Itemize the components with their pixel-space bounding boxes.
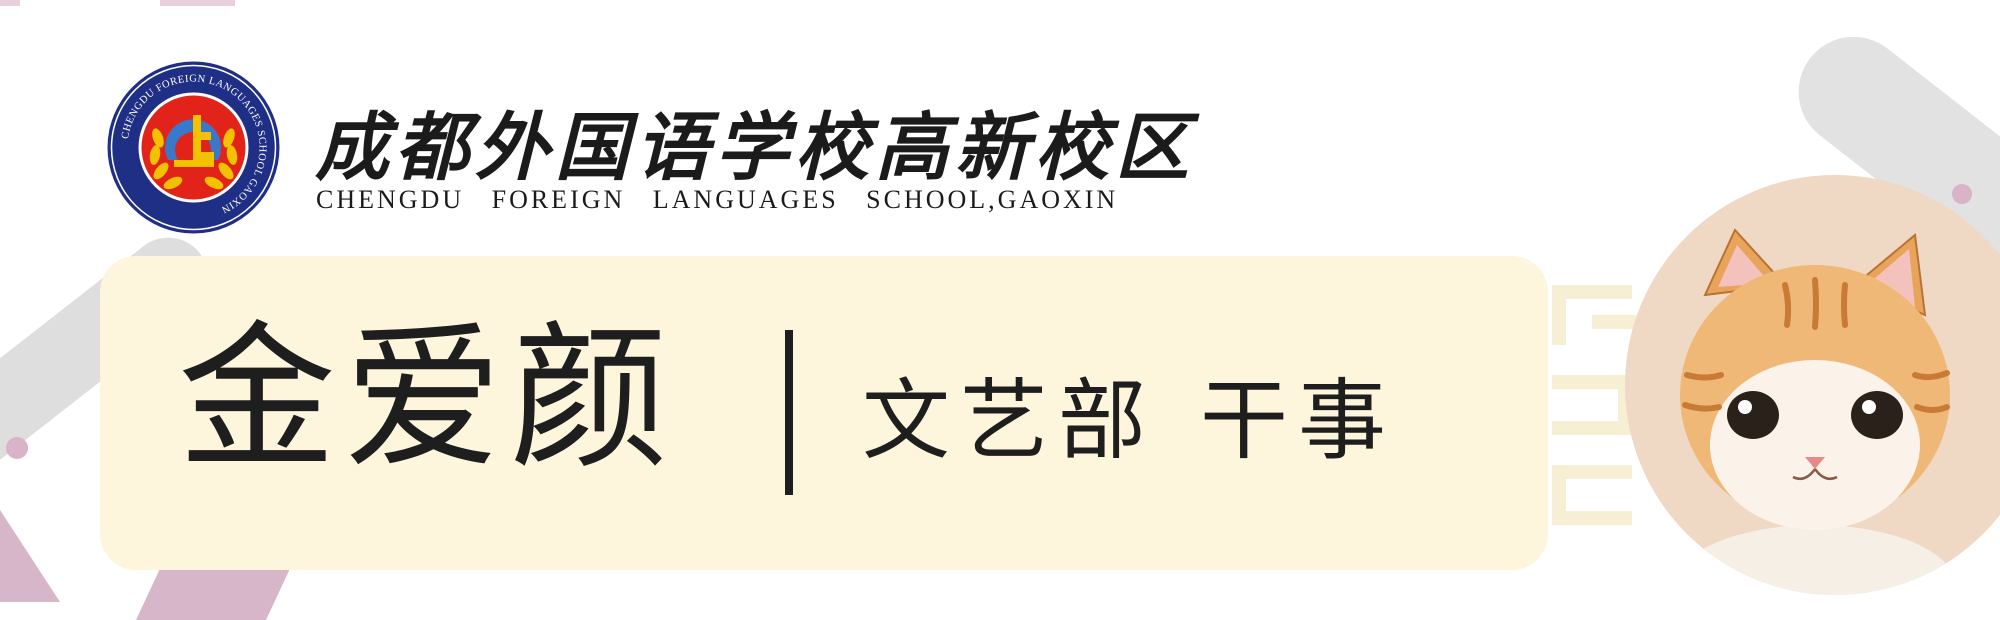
avatar	[1625, 175, 2000, 595]
position-label: 干事	[1200, 369, 1397, 472]
top-decoration	[160, 0, 235, 6]
member-role: 文艺部 干事	[862, 350, 1396, 477]
left-triangle-decoration	[0, 510, 60, 602]
school-name-chinese: 成都外国语学校高新校区	[315, 105, 1195, 191]
department-label: 文艺部	[862, 369, 1157, 472]
school-logo: CHENGDU FOREIGN LANGUAGES SCHOOL GAOXIN	[106, 60, 281, 235]
corner-decoration	[0, 0, 20, 6]
name-divider	[785, 330, 793, 495]
left-dot-decoration	[6, 437, 28, 459]
member-name: 金爱颜	[178, 307, 676, 491]
cat-icon	[1675, 228, 1955, 595]
school-name-english: CHENGDU FOREIGN LANGUAGES SCHOOL,GAOXIN	[316, 185, 1119, 214]
